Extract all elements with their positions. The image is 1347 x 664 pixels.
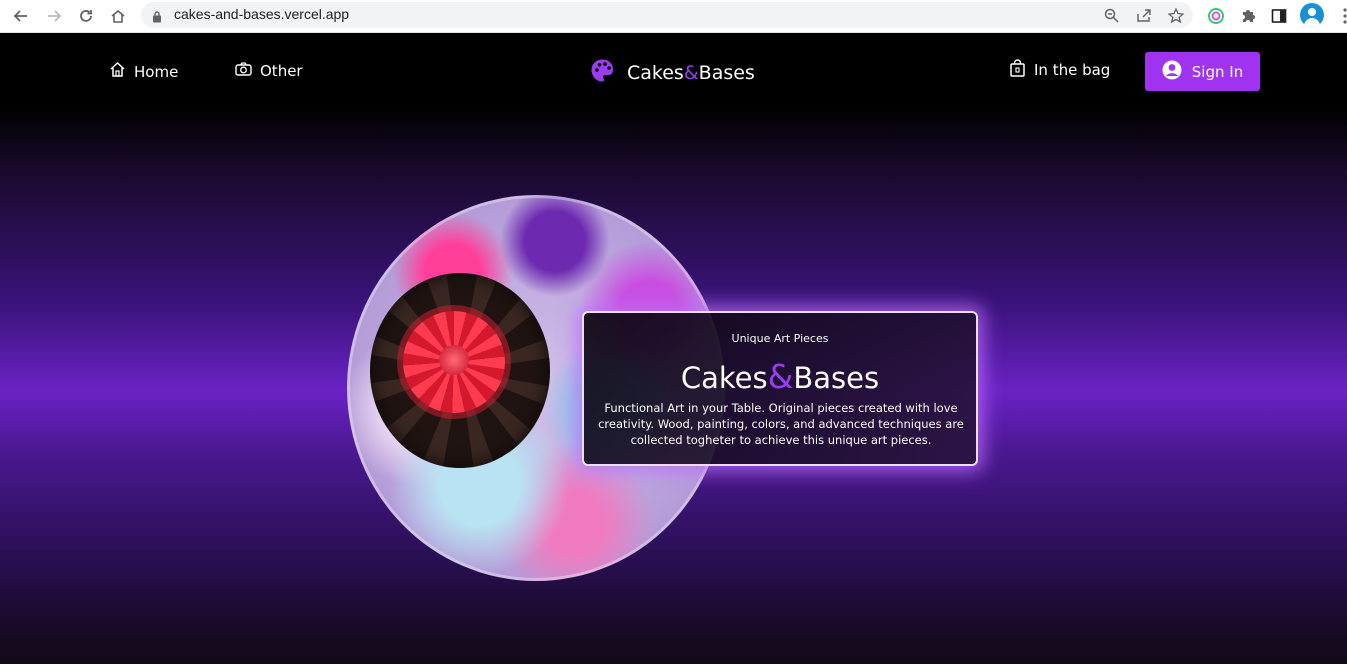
nav-home[interactable]: Home	[109, 61, 178, 82]
share-icon[interactable]	[1135, 6, 1153, 24]
nav-bag[interactable]: In the bag	[1009, 59, 1110, 81]
sign-in-button[interactable]: Sign In	[1145, 52, 1260, 91]
extension-circle-icon[interactable]	[1205, 5, 1227, 27]
browser-toolbar: cakes-and-bases.vercel.app	[0, 0, 1347, 33]
camera-icon	[235, 61, 252, 81]
reload-icon[interactable]	[75, 5, 97, 27]
shopping-bag-icon	[1009, 59, 1026, 81]
nav-home-label: Home	[134, 62, 179, 81]
hero-card: Unique Art Pieces Cakes&Bases Functional…	[582, 311, 978, 466]
hero-kicker: Unique Art Pieces	[731, 332, 829, 345]
forward-arrow-icon[interactable]	[43, 5, 65, 27]
sugar-flower-image	[403, 311, 505, 413]
address-bar[interactable]: cakes-and-bases.vercel.app	[141, 2, 1193, 28]
palette-icon	[590, 58, 615, 88]
url-text[interactable]: cakes-and-bases.vercel.app	[174, 6, 349, 22]
hero-title: Cakes&Bases	[680, 357, 880, 396]
brand-logo[interactable]: Cakes&Bases	[590, 58, 755, 88]
kebab-menu-icon[interactable]	[1334, 5, 1347, 27]
nav-other[interactable]: Other	[235, 61, 303, 81]
nav-bag-label: In the bag	[1034, 61, 1111, 79]
home-icon[interactable]	[107, 5, 129, 27]
brand-name: Cakes&Bases	[627, 62, 755, 84]
profile-avatar[interactable]	[1300, 3, 1324, 27]
user-circle-icon	[1162, 60, 1182, 84]
sign-in-label: Sign In	[1191, 62, 1244, 81]
hero-description: Functional Art in your Table. Original p…	[598, 401, 964, 447]
house-icon	[109, 61, 126, 82]
site-navbar: Home Other Cakes&Bases In the bag Sign I…	[0, 33, 1347, 111]
zoom-icon[interactable]	[1102, 6, 1120, 24]
nav-other-label: Other	[260, 62, 303, 80]
lock-icon[interactable]	[152, 8, 162, 27]
bookmark-star-icon[interactable]	[1167, 6, 1185, 24]
page: Home Other Cakes&Bases In the bag Sign I…	[0, 33, 1347, 664]
side-panel-icon[interactable]	[1268, 5, 1290, 27]
back-arrow-icon[interactable]	[10, 5, 32, 27]
puzzle-icon[interactable]	[1237, 5, 1259, 27]
